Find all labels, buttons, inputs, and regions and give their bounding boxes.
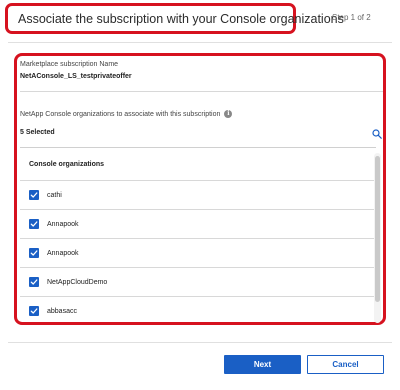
- selected-count: 5 Selected: [20, 129, 55, 136]
- footer-divider: [8, 342, 392, 343]
- organization-name: Annapook: [47, 249, 79, 257]
- organization-name: cathi: [47, 191, 62, 199]
- next-button[interactable]: Next: [224, 355, 301, 374]
- organizations-label: NetApp Console organizations to associat…: [20, 110, 233, 118]
- organizations-label-text: NetApp Console organizations to associat…: [20, 110, 221, 118]
- checkbox[interactable]: [29, 277, 39, 287]
- checkbox[interactable]: [29, 219, 39, 229]
- list-item[interactable]: cathi: [20, 181, 376, 210]
- cancel-button[interactable]: Cancel: [307, 355, 384, 374]
- info-icon[interactable]: i: [224, 110, 233, 118]
- list-item[interactable]: NetAppCloudDemo: [20, 268, 376, 297]
- subscription-name-label: Marketplace subscription Name: [20, 61, 119, 68]
- checkmark-icon: [30, 221, 38, 227]
- step-indicator: Step 1 of 2: [332, 13, 371, 22]
- checkmark-icon: [30, 279, 38, 285]
- header-highlight: Associate the subscription with your Con…: [5, 3, 344, 34]
- organizations-list: Console organizations cathi Annapook Annap…: [20, 148, 376, 322]
- checkbox[interactable]: [29, 248, 39, 258]
- organization-name: abbasacc: [47, 307, 77, 315]
- list-item[interactable]: Annapook: [20, 239, 376, 268]
- checkmark-icon: [30, 192, 38, 198]
- list-item[interactable]: abbasacc: [20, 297, 376, 322]
- page-title: Associate the subscription with your Con…: [18, 11, 344, 26]
- organization-name: NetAppCloudDemo: [47, 278, 108, 286]
- checkbox[interactable]: [29, 306, 39, 316]
- search-icon[interactable]: [372, 129, 382, 139]
- list-item[interactable]: Annapook: [20, 210, 376, 239]
- checkbox[interactable]: [29, 190, 39, 200]
- scrollbar-thumb[interactable]: [375, 156, 380, 302]
- column-header: Console organizations: [20, 148, 376, 181]
- section-divider: [20, 91, 383, 92]
- organization-name: Annapook: [47, 220, 79, 228]
- subscription-name-value: NetAConsole_LS_testprivateoffer: [20, 73, 132, 80]
- scrollbar[interactable]: [374, 153, 381, 323]
- header-divider: [8, 42, 392, 43]
- checkmark-icon: [30, 308, 38, 314]
- checkmark-icon: [30, 250, 38, 256]
- form-highlight: Marketplace subscription Name NetAConsol…: [14, 53, 386, 325]
